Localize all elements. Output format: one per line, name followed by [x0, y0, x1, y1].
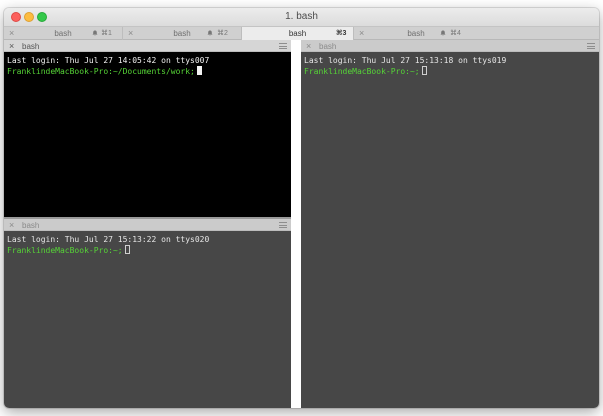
pane-title: bash [22, 42, 40, 51]
text-cursor [421, 66, 427, 75]
hamburger-icon[interactable] [279, 43, 287, 49]
shell-prompt: FranklindeMacBook-Pro:~; [304, 67, 420, 76]
pane-divider-vertical[interactable] [291, 40, 301, 408]
tab-bar: × bash ⌘1 × bash ⌘2 bash ⌘3 × bash ⌘4 [4, 26, 599, 40]
terminal-output[interactable]: Last login: Thu Jul 27 14:05:42 on ttys0… [4, 52, 291, 217]
shell-prompt: FranklindeMacBook-Pro:~/Documents/work; [7, 67, 195, 76]
pane-header: × bash [4, 219, 291, 231]
login-line: Last login: Thu Jul 27 15:13:22 on ttys0… [7, 235, 210, 244]
hamburger-icon[interactable] [587, 43, 595, 49]
tab-shortcut: ⌘4 [450, 30, 461, 37]
tab-2[interactable]: × bash ⌘2 [123, 27, 242, 40]
bell-icon [440, 30, 446, 36]
terminal-output[interactable]: Last login: Thu Jul 27 15:13:18 on ttys0… [301, 52, 599, 408]
pane-title: bash [319, 42, 337, 51]
tab-shortcut: ⌘2 [217, 30, 228, 37]
text-cursor [196, 66, 202, 75]
tab-4[interactable]: × bash ⌘4 [354, 27, 478, 40]
hamburger-icon[interactable] [279, 222, 287, 228]
bell-icon [92, 30, 98, 36]
pane-top-left[interactable]: × bash Last login: Thu Jul 27 14:05:42 o… [4, 40, 291, 217]
pane-bottom-left[interactable]: × bash Last login: Thu Jul 27 15:13:22 o… [4, 219, 291, 408]
tab-shortcut: ⌘1 [101, 30, 112, 37]
pane-close-icon[interactable]: × [306, 41, 311, 51]
shell-prompt: FranklindeMacBook-Pro:~; [7, 246, 123, 255]
tab-3[interactable]: bash ⌘3 [242, 27, 354, 40]
window-title: 1. bash [285, 11, 318, 22]
login-line: Last login: Thu Jul 27 15:13:18 on ttys0… [304, 56, 507, 65]
text-cursor [124, 245, 130, 254]
pane-close-icon[interactable]: × [9, 41, 14, 51]
pane-right[interactable]: × bash Last login: Thu Jul 27 15:13:18 o… [301, 40, 599, 408]
title-bar[interactable]: 1. bash [4, 8, 599, 26]
tab-shortcut: ⌘3 [336, 30, 347, 37]
terminal-window: 1. bash × bash ⌘1 × bash ⌘2 bash ⌘3 × ba… [4, 8, 599, 408]
bell-icon [207, 30, 213, 36]
pane-close-icon[interactable]: × [9, 220, 14, 230]
login-line: Last login: Thu Jul 27 14:05:42 on ttys0… [7, 56, 210, 65]
tab-1[interactable]: × bash ⌘1 [4, 27, 123, 40]
pane-title: bash [22, 221, 40, 230]
pane-header: × bash [4, 40, 291, 52]
terminal-output[interactable]: Last login: Thu Jul 27 15:13:22 on ttys0… [4, 231, 291, 408]
pane-header: × bash [301, 40, 599, 52]
